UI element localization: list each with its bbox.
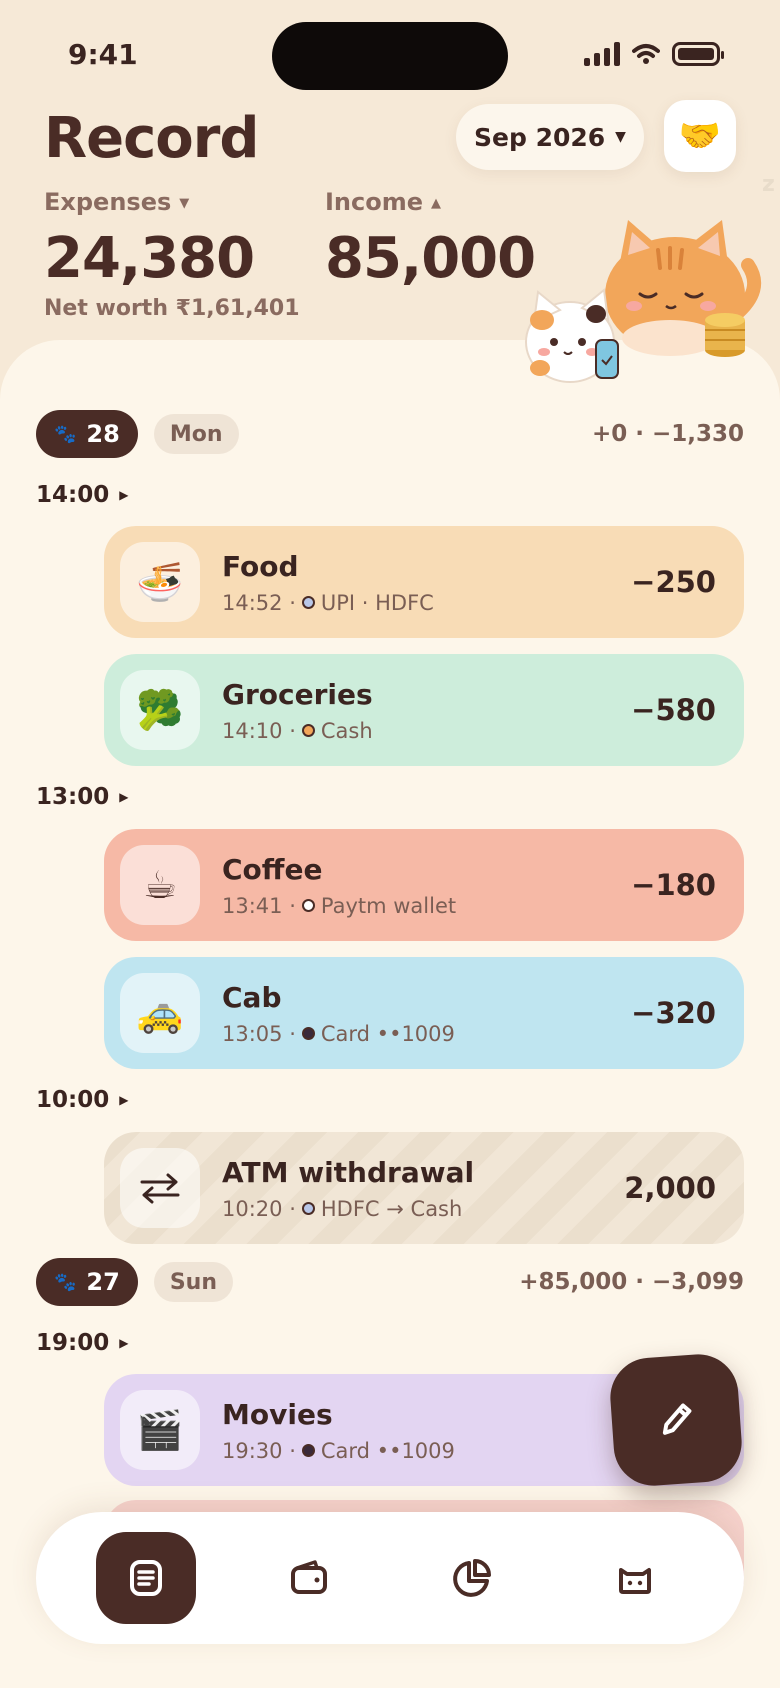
income-label[interactable]: Income ▲ xyxy=(325,188,441,216)
paw-icon: 🐾 xyxy=(54,423,77,445)
transaction-name: Groceries xyxy=(222,677,373,711)
page-title: Record xyxy=(44,106,259,171)
status-icons xyxy=(584,42,724,66)
cellular-signal-icon xyxy=(584,42,620,66)
weekday-chip: Sun xyxy=(153,1262,233,1302)
transaction-amount: −180 xyxy=(631,868,716,902)
time-group-header[interactable]: 10:00 ▶ xyxy=(36,1087,128,1113)
play-arrow-icon: ▶ xyxy=(119,790,129,804)
transaction-name: Movies xyxy=(222,1397,333,1431)
transaction-food[interactable]: 🍜 Food 14:52 · UPI · HDFC −250 xyxy=(104,526,744,638)
expenses-label[interactable]: Expenses ▼ xyxy=(44,188,189,216)
pencil-icon xyxy=(662,1403,692,1435)
account-dot-icon xyxy=(301,899,315,912)
transfer-arrows-icon xyxy=(120,1148,200,1228)
account-dot-icon xyxy=(301,1444,315,1457)
triangle-up-icon: ▲ xyxy=(431,195,442,211)
transaction-name: Food xyxy=(222,549,299,583)
bottom-nav xyxy=(36,1512,744,1644)
broccoli-icon: 🥦 xyxy=(120,670,200,750)
chevron-down-icon: ▼ xyxy=(615,129,626,145)
transaction-name: Coffee xyxy=(222,852,323,886)
transaction-amount: −320 xyxy=(631,996,716,1030)
list-document-icon xyxy=(129,1560,162,1596)
handshake-icon: 🤝 xyxy=(678,116,722,156)
play-arrow-icon: ▶ xyxy=(119,1336,129,1350)
month-label: Sep 2026 xyxy=(474,122,606,152)
day-header: 🐾 27 Sun +85,000 · −3,099 xyxy=(36,1258,744,1306)
triangle-down-icon: ▼ xyxy=(179,195,190,211)
weekday-chip: Mon xyxy=(153,414,239,454)
nav-record[interactable] xyxy=(95,1532,196,1624)
time-group-header[interactable]: 13:00 ▶ xyxy=(36,784,128,810)
play-arrow-icon: ▶ xyxy=(119,488,129,502)
cats-mascot-illustration xyxy=(525,220,762,383)
add-record-button[interactable] xyxy=(607,1351,745,1489)
income-value: 85,000 xyxy=(325,226,536,291)
sleep-z-icon: z xyxy=(762,172,775,197)
day-badge: 🐾 27 xyxy=(36,1258,138,1306)
nav-stats[interactable] xyxy=(422,1532,522,1624)
transaction-amount: −580 xyxy=(631,693,716,727)
day-total: +85,000 · −3,099 xyxy=(519,1269,744,1295)
day-total: +0 · −1,330 xyxy=(591,421,744,447)
account-dot-icon xyxy=(301,724,315,737)
account-dot-icon xyxy=(301,1027,315,1040)
handshake-button[interactable]: 🤝 xyxy=(664,100,736,172)
play-arrow-icon: ▶ xyxy=(119,1093,129,1107)
status-time: 9:41 xyxy=(68,38,138,71)
taxi-icon: 🚕 xyxy=(120,973,200,1053)
record-screen: 9:41 Record Sep 2026 ▼ 🤝 Expenses ▼ 24,38… xyxy=(0,0,780,1688)
cat-face-icon xyxy=(618,1568,651,1594)
pie-chart-icon xyxy=(452,1559,491,1597)
transaction-atm-withdrawal[interactable]: ATM withdrawal 10:20 · HDFC → Cash 2,000 xyxy=(104,1132,744,1244)
nav-profile[interactable] xyxy=(585,1532,685,1624)
transaction-groceries[interactable]: 🥦 Groceries 14:10 · Cash −580 xyxy=(104,654,744,766)
transaction-name: Cab xyxy=(222,980,282,1014)
clapperboard-icon: 🎬 xyxy=(120,1390,200,1470)
transaction-amount: −250 xyxy=(631,565,716,599)
wallet-icon xyxy=(290,1560,327,1594)
battery-icon xyxy=(672,42,724,66)
transaction-name: ATM withdrawal xyxy=(222,1155,475,1189)
transaction-cab[interactable]: 🚕 Cab 13:05 · Card ••1009 −320 xyxy=(104,957,744,1069)
noodle-bowl-icon: 🍜 xyxy=(120,542,200,622)
wifi-icon xyxy=(632,44,660,64)
time-group-header[interactable]: 19:00 ▶ xyxy=(36,1330,128,1356)
dynamic-island xyxy=(272,22,508,90)
month-selector[interactable]: Sep 2026 ▼ xyxy=(456,104,644,170)
day-header: 🐾 28 Mon +0 · −1,330 xyxy=(36,410,744,458)
transaction-coffee[interactable]: ☕ Coffee 13:41 · Paytm wallet −180 xyxy=(104,829,744,941)
expenses-value: 24,380 xyxy=(44,226,255,291)
coffee-cup-icon: ☕ xyxy=(120,845,200,925)
day-badge: 🐾 28 xyxy=(36,410,138,458)
time-group-header[interactable]: 14:00 ▶ xyxy=(36,482,128,508)
paw-icon: 🐾 xyxy=(54,1271,77,1293)
net-worth: Net worth ₹1,61,401 xyxy=(44,296,300,321)
account-dot-icon xyxy=(301,596,315,609)
nav-accounts[interactable] xyxy=(259,1532,359,1624)
account-dot-icon xyxy=(301,1202,315,1215)
transaction-amount: 2,000 xyxy=(624,1171,716,1205)
